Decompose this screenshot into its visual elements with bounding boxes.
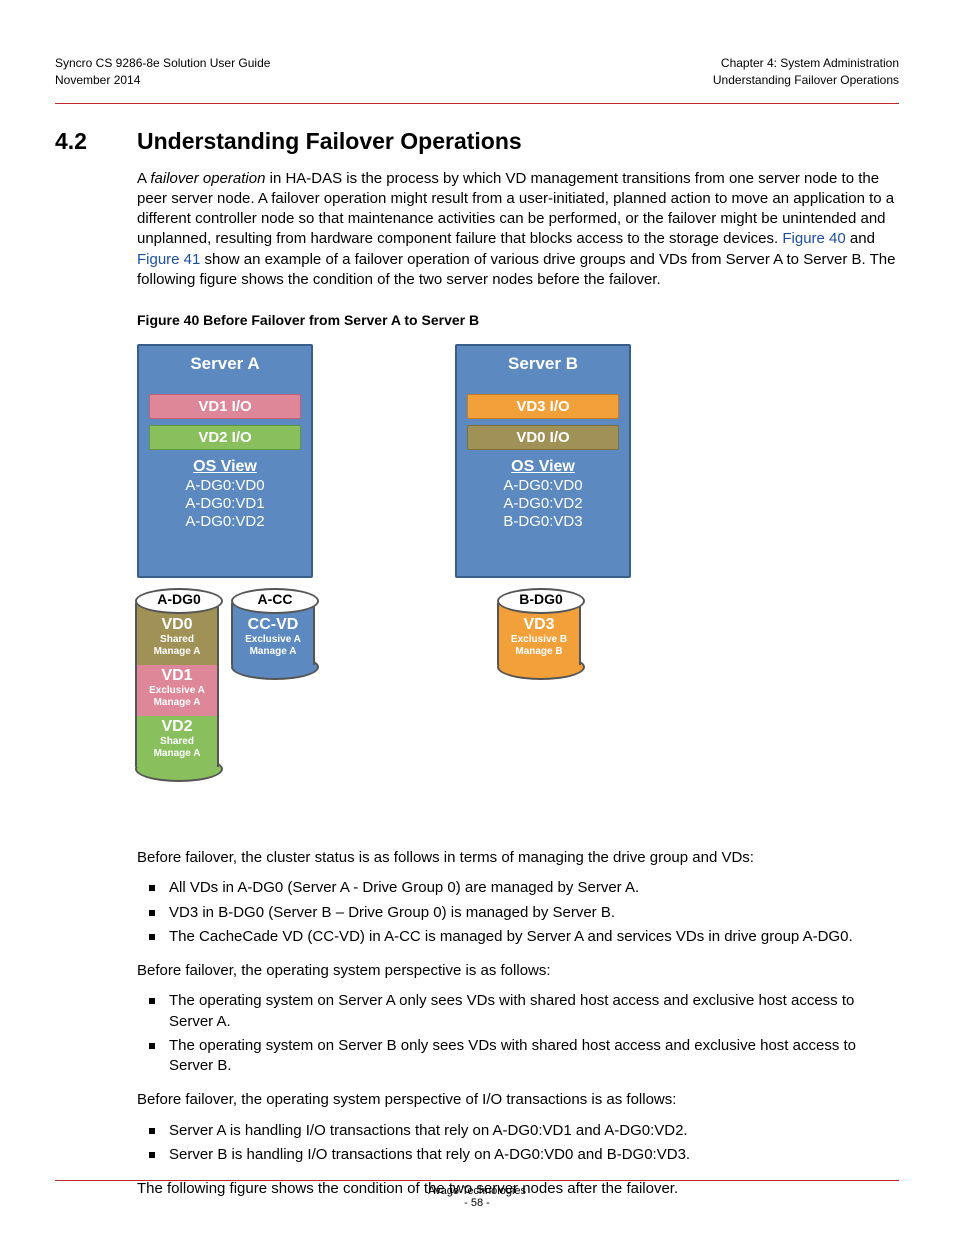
cylinder-a-cc-label: A-CC [231, 588, 319, 614]
cylinder-b-dg0: B-DG0 VD3 Exclusive B Manage B [497, 588, 581, 680]
vd-sub: Shared [137, 634, 217, 646]
server-b-os-line: B-DG0:VD3 [465, 513, 621, 530]
intro-term: failover operation [150, 170, 265, 187]
server-b-os-line: A-DG0:VD2 [465, 495, 621, 512]
intro-text-post: show an example of a failover operation … [137, 251, 895, 288]
vd-sub: Manage A [137, 646, 217, 658]
vd-label: VD2 [137, 718, 217, 736]
vd-sub: Shared [137, 736, 217, 748]
server-a-title: Server A [147, 354, 303, 374]
vd-sub: Exclusive B [499, 634, 579, 646]
intro-text-and: and [846, 230, 875, 247]
server-b-vd3-bar: VD3 I/O [467, 394, 619, 419]
header-doc-title: Syncro CS 9286-8e Solution User Guide [55, 55, 270, 72]
section-number: 4.2 [55, 128, 137, 155]
vd-label: VD1 [137, 667, 217, 685]
vd-label: CC-VD [233, 616, 313, 634]
figure-40-caption: Figure 40 Before Failover from Server A … [137, 312, 899, 328]
cylinder-a-cc: A-CC CC-VD Exclusive A Manage A [231, 588, 315, 680]
vd-sub: Manage A [137, 748, 217, 760]
para-cluster-status: Before failover, the cluster status is a… [137, 848, 899, 868]
vd-sub: Exclusive A [137, 685, 217, 697]
footer-rule [55, 1180, 899, 1181]
server-b-box: Server B VD3 I/O VD0 I/O OS View A-DG0:V… [455, 344, 631, 578]
cylinder-a-dg0-label: A-DG0 [135, 588, 223, 614]
intro-text-pre: A [137, 170, 150, 187]
figure-40-link[interactable]: Figure 40 [782, 230, 845, 247]
server-a-osview-title: OS View [147, 458, 303, 476]
para-io-perspective: Before failover, the operating system pe… [137, 1090, 899, 1110]
server-a-os-line: A-DG0:VD0 [147, 477, 303, 494]
list-item: Server A is handling I/O transactions th… [137, 1121, 899, 1141]
list-item: The operating system on Server B only se… [137, 1036, 899, 1077]
server-b-vd0-bar: VD0 I/O [467, 425, 619, 450]
footer-page-number: - 58 - [55, 1197, 899, 1209]
section-title: Understanding Failover Operations [137, 128, 522, 155]
header-doc-date: November 2014 [55, 72, 270, 89]
server-a-vd2-bar: VD2 I/O [149, 425, 301, 450]
server-b-title: Server B [465, 354, 621, 374]
server-a-box: Server A VD1 I/O VD2 I/O OS View A-DG0:V… [137, 344, 313, 578]
list-item: All VDs in A-DG0 (Server A - Drive Group… [137, 878, 899, 898]
cylinder-a-dg0: A-DG0 VD0 Shared Manage A VD1 Exclusive … [135, 588, 219, 782]
para-os-perspective: Before failover, the operating system pe… [137, 961, 899, 981]
server-a-vd1-bar: VD1 I/O [149, 394, 301, 419]
header-subchapter: Understanding Failover Operations [713, 72, 899, 89]
vd-sub: Manage A [137, 697, 217, 709]
header-rule [55, 103, 899, 104]
page-header: Syncro CS 9286-8e Solution User Guide No… [55, 55, 899, 89]
server-a-os-line: A-DG0:VD2 [147, 513, 303, 530]
intro-paragraph: A failover operation in HA-DAS is the pr… [137, 169, 899, 291]
vd-sub: Exclusive A [233, 634, 313, 646]
list-item: The operating system on Server A only se… [137, 991, 899, 1032]
list-io-perspective: Server A is handling I/O transactions th… [137, 1121, 899, 1166]
cylinder-b-dg0-label: B-DG0 [497, 588, 585, 614]
figure-41-link[interactable]: Figure 41 [137, 251, 200, 268]
server-a-os-line: A-DG0:VD1 [147, 495, 303, 512]
figure-40-diagram: Server A VD1 I/O VD2 I/O OS View A-DG0:V… [137, 344, 899, 834]
footer-company: Avago Technologies [55, 1185, 899, 1197]
vd-sub: Manage B [499, 646, 579, 658]
list-item: Server B is handling I/O transactions th… [137, 1145, 899, 1165]
page-footer: Avago Technologies - 58 - [55, 1175, 899, 1210]
vd-label: VD0 [137, 616, 217, 634]
vd-sub: Manage A [233, 646, 313, 658]
server-b-os-line: A-DG0:VD0 [465, 477, 621, 494]
server-b-osview-title: OS View [465, 458, 621, 476]
list-cluster-status: All VDs in A-DG0 (Server A - Drive Group… [137, 878, 899, 947]
list-os-perspective: The operating system on Server A only se… [137, 991, 899, 1076]
header-chapter: Chapter 4: System Administration [713, 55, 899, 72]
vd-label: VD3 [499, 616, 579, 634]
list-item: The CacheCade VD (CC-VD) in A-CC is mana… [137, 927, 899, 947]
list-item: VD3 in B-DG0 (Server B – Drive Group 0) … [137, 903, 899, 923]
